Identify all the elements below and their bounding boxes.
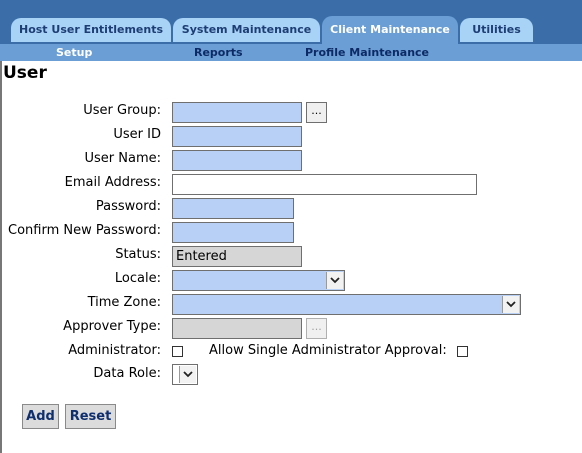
locale-label: Locale: bbox=[114, 271, 161, 286]
chevron-down-icon bbox=[326, 272, 343, 289]
chevron-down-icon bbox=[502, 296, 519, 313]
add-button[interactable]: Add bbox=[22, 404, 59, 429]
subnav-setup[interactable]: Setup bbox=[56, 44, 92, 61]
status-label: Status: bbox=[115, 247, 161, 262]
status-value: Entered bbox=[176, 249, 227, 264]
confirm-password-label: Confirm New Password: bbox=[8, 223, 161, 238]
password-field[interactable] bbox=[172, 198, 294, 219]
user-group-browse-button[interactable]: ... bbox=[306, 102, 327, 123]
status-field: Entered bbox=[172, 246, 302, 267]
tab-system-maintenance[interactable]: System Maintenance bbox=[173, 18, 320, 42]
user-group-label: User Group: bbox=[83, 103, 161, 118]
user-id-label: User ID bbox=[113, 127, 161, 142]
password-label: Password: bbox=[95, 199, 161, 214]
page-title: User bbox=[3, 63, 47, 83]
tab-utilities[interactable]: Utilities bbox=[460, 18, 533, 42]
user-name-label: User Name: bbox=[84, 151, 162, 166]
data-role-select[interactable] bbox=[172, 364, 198, 385]
approver-type-field bbox=[172, 318, 302, 339]
administrator-label: Administrator: bbox=[68, 343, 161, 358]
administrator-checkbox[interactable] bbox=[172, 346, 183, 357]
user-group-field[interactable] bbox=[172, 102, 302, 123]
tab-host-user-entitlements[interactable]: Host User Entitlements bbox=[11, 18, 171, 42]
subnav-profile-maintenance[interactable]: Profile Maintenance bbox=[305, 44, 429, 61]
reset-button[interactable]: Reset bbox=[65, 404, 116, 429]
email-field[interactable] bbox=[172, 174, 477, 195]
approver-type-browse-button: ... bbox=[306, 318, 327, 339]
locale-select[interactable] bbox=[172, 270, 345, 291]
approver-type-label: Approver Type: bbox=[63, 319, 161, 334]
single-admin-approval-checkbox[interactable] bbox=[457, 346, 468, 357]
user-id-field[interactable] bbox=[172, 126, 302, 147]
tab-client-maintenance[interactable]: Client Maintenance bbox=[322, 16, 458, 44]
user-name-field[interactable] bbox=[172, 150, 302, 171]
chevron-down-icon bbox=[179, 366, 196, 383]
time-zone-label: Time Zone: bbox=[87, 295, 161, 310]
data-role-label: Data Role: bbox=[93, 366, 161, 381]
confirm-password-field[interactable] bbox=[172, 222, 294, 243]
subnav-reports[interactable]: Reports bbox=[194, 44, 243, 61]
time-zone-select[interactable] bbox=[172, 294, 521, 315]
single-admin-approval-label: Allow Single Administrator Approval: bbox=[209, 343, 447, 358]
left-border bbox=[0, 61, 2, 453]
email-label: Email Address: bbox=[64, 175, 161, 190]
